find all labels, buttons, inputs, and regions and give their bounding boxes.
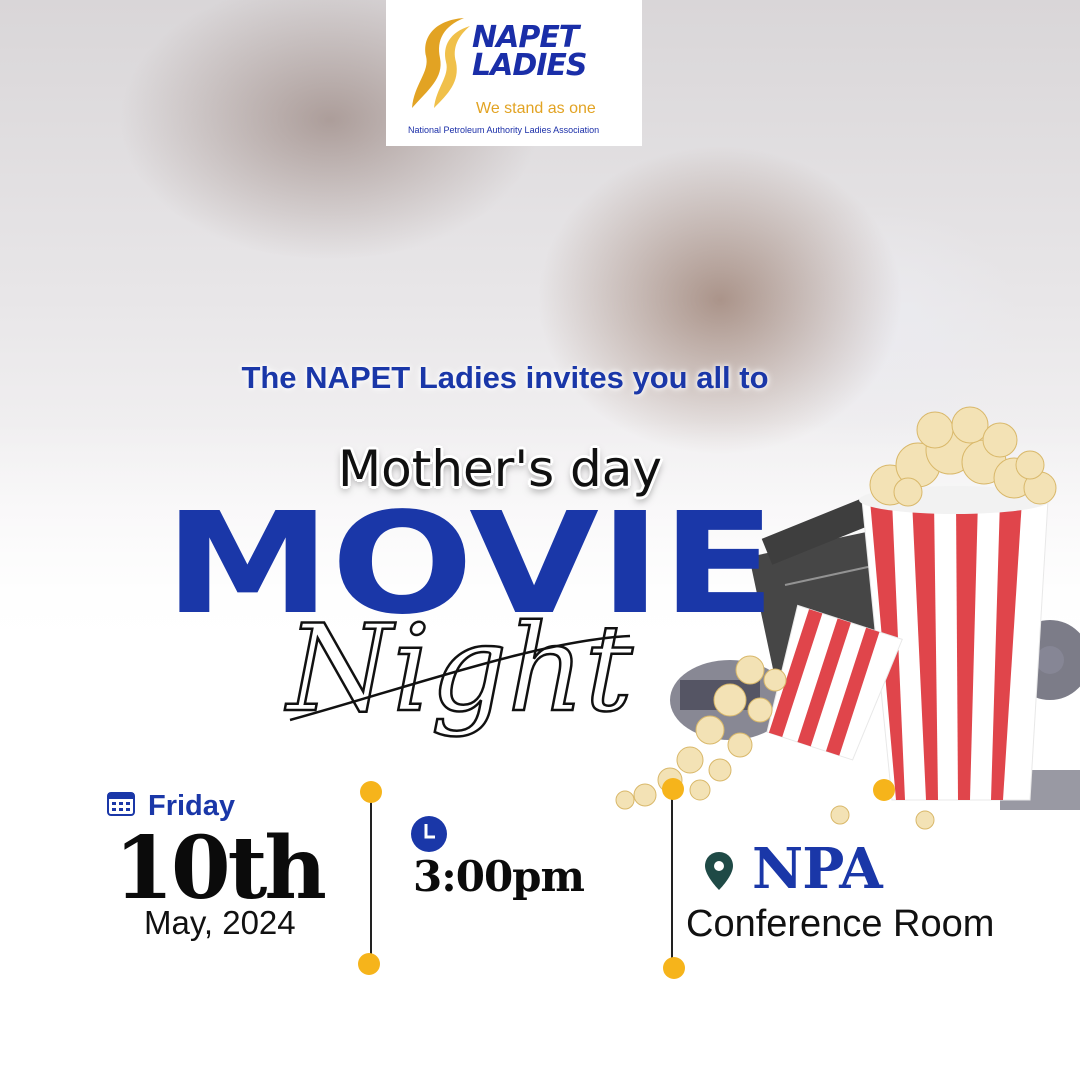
flyer-canvas: NAPET LADIES We stand as one National Pe…: [0, 0, 1080, 1080]
logo-subtitle: National Petroleum Authority Ladies Asso…: [408, 125, 600, 135]
month-year: May, 2024: [144, 904, 296, 941]
logo-line-2: LADIES: [472, 48, 587, 83]
venue-name: NPA: [752, 836, 883, 902]
divider-2-bottom-dot: [663, 957, 685, 979]
accent-dot: [873, 779, 895, 801]
divider-1: [370, 793, 372, 963]
logo-wordmark: NAPET LADIES: [472, 23, 587, 83]
invite-text: The NAPET Ladies invites you all to: [241, 360, 769, 395]
logo-card: NAPET LADIES We stand as one National Pe…: [386, 0, 642, 146]
divider-2: [671, 790, 673, 968]
event-time: 3:00pm: [413, 852, 585, 901]
logo-tagline: We stand as one: [476, 100, 596, 117]
location-pin-icon: [705, 852, 733, 890]
night-script: Night: [283, 600, 635, 740]
logo-silhouette-icon: [412, 18, 470, 108]
venue-room: Conference Room: [686, 903, 995, 945]
divider-1-bottom-dot: [358, 953, 380, 975]
occasion-text: Mother's day: [338, 440, 662, 498]
divider-1-top-dot: [360, 781, 382, 803]
divider-2-top-dot: [662, 778, 684, 800]
calendar-icon: [107, 792, 135, 816]
clock-icon: [411, 816, 447, 852]
